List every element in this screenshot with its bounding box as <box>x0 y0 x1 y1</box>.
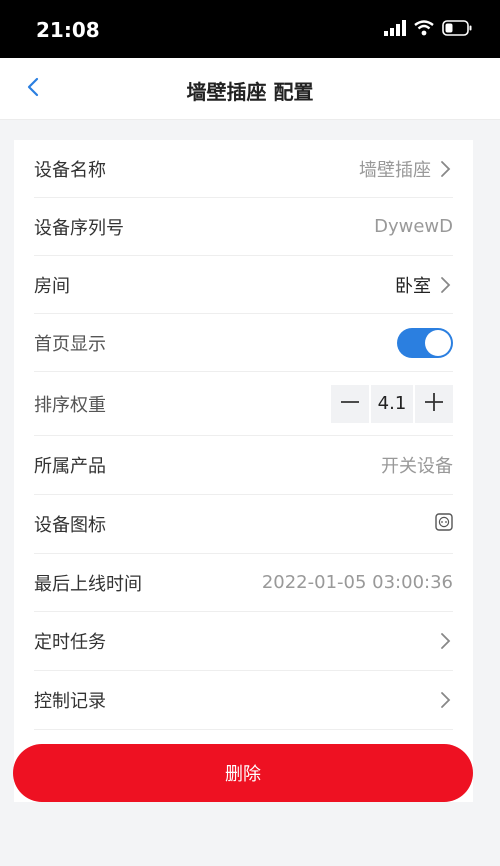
page-title: 墙壁插座 配置 <box>186 80 314 104</box>
row-label: 所属产品 <box>34 456 106 477</box>
increment-button[interactable] <box>415 384 453 423</box>
row-label: 房间 <box>34 275 70 297</box>
wifi-icon <box>414 20 434 40</box>
row-homepage-display: 首页显示 <box>34 314 453 372</box>
homepage-display-toggle[interactable] <box>397 327 453 358</box>
delete-button[interactable]: 删除 <box>13 744 473 802</box>
socket-icon <box>435 513 453 535</box>
row-control-log[interactable]: 控制记录 <box>34 671 453 730</box>
decrement-button[interactable] <box>331 384 369 423</box>
signal-icon <box>384 20 406 40</box>
toggle-knob <box>425 329 451 356</box>
chevron-right-icon <box>439 631 453 651</box>
chevron-right-icon <box>439 690 453 710</box>
row-last-online: 最后上线时间 2022-01-05 03:00:36 <box>34 554 453 612</box>
status-time: 21:08 <box>36 18 100 42</box>
row-product: 所属产品 开关设备 <box>34 436 453 495</box>
status-icons <box>384 20 472 40</box>
chevron-right-icon <box>439 275 453 295</box>
stepper-value[interactable]: 4.1 <box>371 384 413 423</box>
chevron-right-icon <box>439 159 453 179</box>
nav-bar: 墙壁插座 配置 <box>0 58 500 120</box>
row-scheduled-tasks[interactable]: 定时任务 <box>34 612 453 671</box>
row-value: DywewD <box>374 216 453 237</box>
row-value: 2022-01-05 03:00:36 <box>261 572 453 593</box>
row-label: 最后上线时间 <box>34 573 142 595</box>
minus-icon <box>340 392 360 416</box>
plus-icon <box>424 392 444 416</box>
status-bar: 21:08 <box>0 0 500 58</box>
row-label: 设备图标 <box>34 515 106 536</box>
row-label: 设备名称 <box>34 159 106 181</box>
row-device-name[interactable]: 设备名称 墙壁插座 <box>34 140 453 198</box>
sort-weight-stepper: 4.1 <box>331 384 453 423</box>
settings-card: 设备名称 墙壁插座 设备序列号 DywewD 房间 卧室 首页显示 排序权重 4… <box>14 140 473 802</box>
row-label: 排序权重 <box>34 394 106 416</box>
row-sort-weight: 排序权重 4.1 <box>34 372 453 436</box>
row-room[interactable]: 房间 卧室 <box>34 256 453 314</box>
row-label: 首页显示 <box>34 333 106 355</box>
row-value: 卧室 <box>395 275 431 297</box>
row-label: 设备序列号 <box>34 217 124 239</box>
row-value: 墙壁插座 <box>359 159 431 181</box>
row-label: 定时任务 <box>34 632 106 653</box>
row-device-icon[interactable]: 设备图标 <box>34 495 453 554</box>
row-label: 控制记录 <box>34 691 106 712</box>
row-value: 开关设备 <box>381 456 453 477</box>
row-serial-number: 设备序列号 DywewD <box>34 198 453 256</box>
battery-icon <box>442 20 472 40</box>
